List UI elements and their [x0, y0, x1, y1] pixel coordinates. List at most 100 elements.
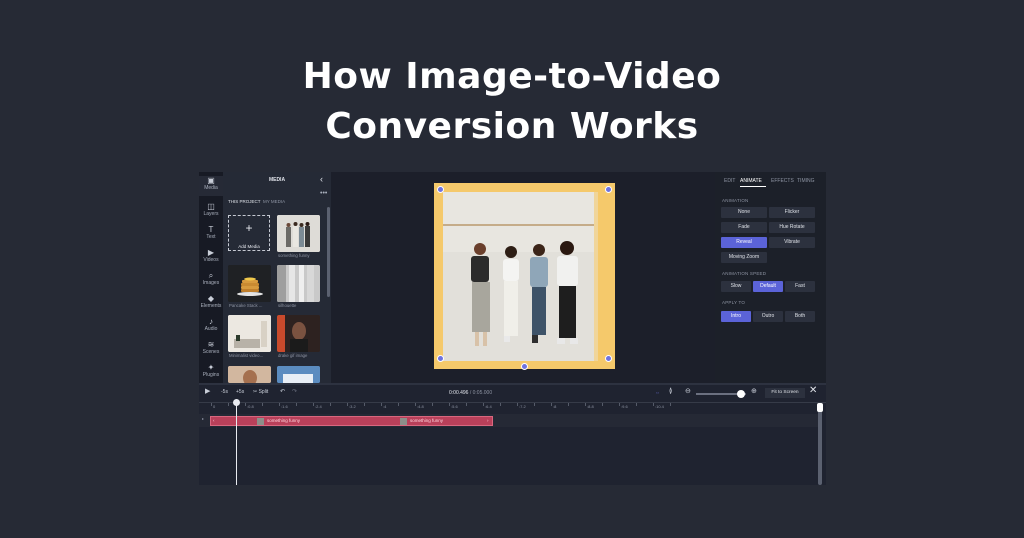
link-icon[interactable]: ⇔ — [655, 390, 660, 396]
ruler-tick-label: :0.8 — [247, 404, 254, 409]
rotate-handle[interactable] — [521, 363, 528, 370]
speed-slow-button[interactable]: Slow — [721, 281, 751, 292]
media-thumbnail[interactable] — [277, 215, 320, 252]
rail-item-text[interactable]: T Text — [199, 225, 223, 240]
media-caption: Minimalist video... — [229, 353, 264, 358]
ruler-tick-line — [449, 403, 450, 406]
animation-hue-rotate-button[interactable]: Hue Rotate — [769, 222, 815, 233]
animation-none-button[interactable]: None — [721, 207, 767, 218]
animation-flicker-button[interactable]: Flicker — [769, 207, 815, 218]
resize-handle-top-right[interactable] — [605, 186, 612, 193]
animation-section-label: ANIMATION — [722, 198, 749, 203]
speed-fast-button[interactable]: Fast — [785, 281, 815, 292]
audio-wave-icon[interactable]: ≬ — [669, 387, 672, 395]
tab-effects[interactable]: EFFECTS — [771, 178, 794, 184]
animation-reveal-button[interactable]: Reveal — [721, 237, 767, 248]
ruler-tick-line — [228, 403, 229, 406]
track-menu-icon[interactable]: ▸ — [202, 416, 204, 421]
timeline-clip[interactable]: ‹ something funny something funny › — [210, 416, 493, 426]
rail-item-scenes[interactable]: ≋ Scenes — [199, 340, 223, 355]
tab-edit[interactable]: EDIT — [724, 178, 735, 184]
media-thumbnail[interactable] — [228, 366, 271, 383]
ruler-tick-line — [653, 403, 654, 406]
tab-animate[interactable]: ANIMATE — [740, 178, 762, 184]
pancake-thumbnail — [228, 265, 271, 302]
canvas-area — [331, 172, 715, 383]
timeline-scrollbar[interactable] — [818, 403, 822, 485]
resize-handle-bottom-right[interactable] — [605, 355, 612, 362]
ruler-tick-line — [517, 403, 518, 406]
media-thumbnail[interactable] — [277, 315, 320, 352]
play-icon[interactable]: ▶ — [205, 387, 210, 395]
audio-icon: ♪ — [209, 317, 213, 326]
tab-this-project[interactable]: THIS PROJECT — [228, 199, 261, 204]
rail-item-audio[interactable]: ♪ Audio — [199, 317, 223, 332]
speed-default-button[interactable]: Default — [753, 281, 783, 292]
more-options-icon[interactable]: ••• — [320, 190, 327, 197]
ruler-tick-line — [313, 403, 314, 406]
ruler-tick-line — [245, 403, 246, 406]
media-icon: ▣ — [207, 176, 215, 185]
media-thumbnail[interactable] — [228, 315, 271, 352]
zoom-in-icon[interactable]: ⊕ — [751, 387, 757, 395]
redo-icon[interactable]: ↷ — [292, 388, 297, 395]
video-frame[interactable] — [434, 183, 615, 370]
resize-handle-top-left[interactable] — [437, 186, 444, 193]
ruler-tick-line — [364, 403, 365, 406]
plugins-icon: ✦ — [207, 363, 215, 372]
ruler-tick-line — [585, 403, 586, 406]
split-button[interactable]: ✂ Split — [253, 389, 268, 395]
friends-photo — [443, 192, 596, 361]
rail-item-images[interactable]: ⌕ Images — [199, 271, 223, 286]
clip-start-handle[interactable]: ‹ — [213, 418, 215, 423]
rail-item-layers[interactable]: ◫ Layers — [199, 202, 223, 217]
ruler-tick-line — [534, 403, 535, 406]
drake-thumbnail — [277, 315, 320, 352]
tab-timing[interactable]: TIMING — [797, 178, 815, 184]
rail-item-media[interactable]: ▣ Media — [199, 176, 223, 196]
rail-item-elements[interactable]: ◆ Elements — [199, 294, 223, 309]
playhead-knob[interactable] — [233, 399, 240, 406]
undo-icon[interactable]: ↶ — [280, 388, 285, 395]
back-5s-button[interactable]: -5s — [221, 389, 228, 395]
animation-fade-button[interactable]: Fade — [721, 222, 767, 233]
tab-my-media[interactable]: MY MEDIA — [263, 199, 285, 204]
rail-item-plugins[interactable]: ✦ Plugins — [199, 363, 223, 378]
playhead[interactable] — [236, 399, 237, 485]
clip-end-handle[interactable]: › — [487, 418, 489, 423]
media-scrollbar[interactable] — [327, 207, 330, 297]
forward-5s-button[interactable]: +5s — [236, 389, 244, 395]
timeline-scrollbar-knob[interactable] — [817, 403, 823, 412]
scissors-icon: ✂ — [253, 389, 258, 395]
current-time: 0:00.496 — [449, 390, 469, 396]
ruler-tick-line — [568, 403, 569, 406]
apply-intro-button[interactable]: Intro — [721, 311, 751, 322]
timeline-ruler[interactable]: 0:0.8:1.6:2.4:3.2:4:4.8:5.6:6.4:7.2:8:8.… — [199, 402, 826, 413]
apply-both-button[interactable]: Both — [785, 311, 815, 322]
apply-to-label: APPLY TO — [722, 300, 746, 305]
ruler-tick-label: :2.4 — [315, 404, 322, 409]
plus-icon: + — [245, 221, 253, 235]
active-tab-indicator — [740, 186, 766, 187]
clip-thumbnail — [257, 418, 264, 425]
zoom-slider-knob[interactable] — [737, 390, 745, 398]
apply-outro-button[interactable]: Outro — [753, 311, 783, 322]
add-media-button[interactable]: + Add Media — [228, 215, 270, 251]
close-icon[interactable]: ✕ — [809, 385, 817, 396]
frame-edge — [594, 192, 598, 361]
animation-moving-zoom-button[interactable]: Moving Zoom — [721, 252, 767, 263]
media-thumbnail[interactable] — [277, 366, 320, 383]
ruler-tick-label: :1.6 — [281, 404, 288, 409]
media-thumbnail[interactable] — [228, 265, 271, 302]
collapse-panel-icon[interactable]: ‹ — [320, 174, 323, 184]
rail-item-videos[interactable]: ▶ Videos — [199, 248, 223, 263]
ruler-tick-line — [262, 403, 263, 406]
resize-handle-bottom-left[interactable] — [437, 355, 444, 362]
video-icon: ▶ — [207, 248, 215, 257]
media-caption: drake gif image — [278, 353, 308, 358]
animation-vibrate-button[interactable]: Vibrate — [769, 237, 815, 248]
media-thumbnail[interactable] — [277, 265, 320, 302]
zoom-out-icon[interactable]: ⊖ — [685, 387, 691, 395]
fit-to-screen-button[interactable]: Fit to Screen — [765, 388, 805, 398]
scenes-icon: ≋ — [207, 340, 215, 349]
